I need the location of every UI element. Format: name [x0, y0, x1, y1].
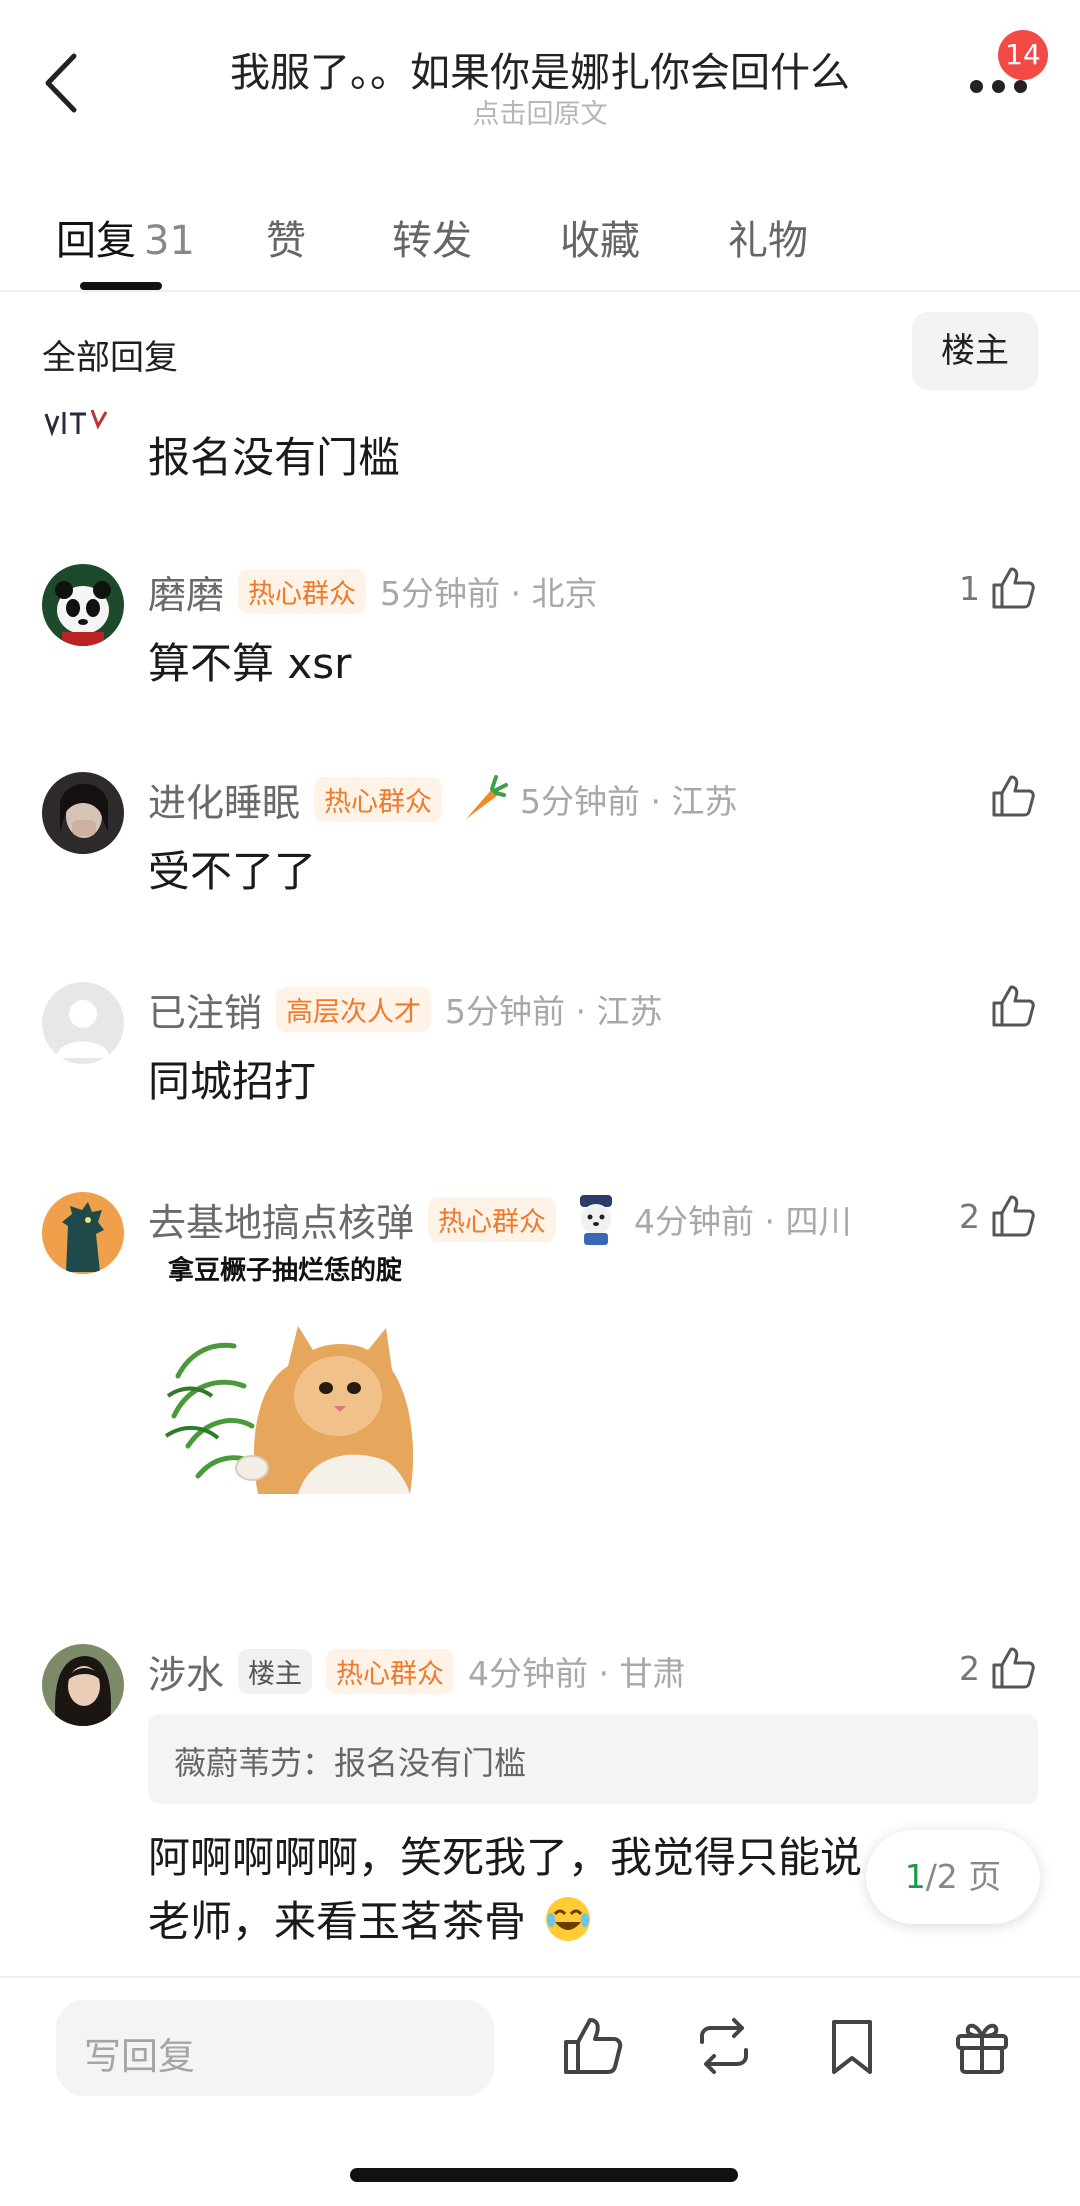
avatar[interactable] — [42, 402, 124, 438]
more-dot — [992, 80, 1005, 93]
reply-input[interactable]: 写回复 — [56, 2000, 494, 2096]
tab-favorites[interactable]: 收藏 — [560, 208, 640, 266]
page-indicator[interactable]: 1/2 页 — [866, 1830, 1040, 1924]
top-bar: 我服了。。如果你是娜扎你会回什么 点击回原文 14 — [0, 0, 1080, 160]
username[interactable]: 涉水 — [148, 1644, 224, 1699]
like-button[interactable]: 1 — [959, 558, 1036, 618]
all-replies-label[interactable]: 全部回复 — [42, 330, 178, 379]
timestamp-location: 4分钟前 · 四川 — [634, 1202, 852, 1241]
reply-placeholder: 写回复 — [84, 2035, 195, 2078]
total-pages: /2 页 — [925, 1857, 1002, 1896]
more-dot — [1014, 80, 1027, 93]
timestamp-location: 5分钟前 · 江苏 — [520, 782, 738, 821]
avatar[interactable] — [42, 1644, 124, 1726]
user-tag: 高层次人才 — [276, 986, 432, 1032]
laughing-tears-emoji-icon — [546, 1897, 591, 1941]
username[interactable]: 已注销 — [148, 982, 262, 1037]
like-button[interactable]: 2 — [959, 1638, 1036, 1698]
reply-count: 31 — [144, 218, 195, 264]
comment-text-line1: 阿啊啊啊啊，笑死我了，我觉得只能说 — [148, 1833, 863, 1882]
comment-text: 算不算 xsr — [148, 639, 352, 688]
police-dog-badge-icon — [580, 1195, 613, 1245]
current-page: 1 — [904, 1857, 926, 1896]
timestamp-location: 5分钟前 · 江苏 — [445, 992, 663, 1031]
tab-likes[interactable]: 赞 — [266, 208, 306, 266]
username[interactable]: 去基地搞点核弹 — [148, 1192, 414, 1247]
cat-meme-sticker[interactable]: 拿豆橛子抽烂恁的腚 — [148, 1246, 446, 1494]
like-button[interactable]: 2 — [959, 1186, 1036, 1246]
more-dots-icon — [970, 80, 983, 93]
like-count: 2 — [959, 1648, 980, 1688]
comment-item: 已注销 高层次人才 5分钟前 · 江苏 同城招打 — [0, 976, 1080, 1116]
comment-meta: 磨磨 热心群众 5分钟前 · 北京 — [148, 564, 598, 619]
tab-replies[interactable]: 回复 31 — [56, 208, 195, 266]
avatar[interactable] — [42, 772, 124, 854]
comment-text: 报名没有门槛 — [148, 433, 401, 482]
comment-meta: 进化睡眠 热心群众 5分钟前 · 江苏 — [148, 772, 738, 827]
user-tag: 热心群众 — [314, 776, 443, 822]
gift-icon[interactable] — [950, 2014, 1014, 2078]
comment-meta: 已注销 高层次人才 5分钟前 · 江苏 — [148, 982, 663, 1037]
tab-reposts[interactable]: 转发 — [392, 208, 472, 266]
like-post-icon[interactable] — [560, 2014, 624, 2078]
default-avatar-icon[interactable] — [42, 982, 124, 1064]
quoted-reply[interactable]: 薇蔚苇芀：报名没有门槛 — [148, 1714, 1038, 1804]
op-only-button[interactable]: 楼主 — [912, 312, 1038, 390]
post-title[interactable]: 我服了。。如果你是娜扎你会回什么 — [160, 40, 920, 98]
quoted-text: 薇蔚苇芀：报名没有门槛 — [174, 1744, 527, 1782]
filter-row: 全部回复 楼主 — [0, 312, 1080, 396]
comment-text-line2: 老师，来看玉茗茶骨 — [148, 1888, 593, 1949]
username[interactable]: 进化睡眠 — [148, 772, 300, 827]
like-count: 2 — [959, 1196, 980, 1236]
thumbs-up-icon — [992, 1647, 1035, 1689]
like-button[interactable] — [990, 976, 1036, 1036]
timestamp-location: 4分钟前 · 甘肃 — [468, 1654, 686, 1693]
comment-item: 磨磨 热心群众 5分钟前 · 北京 1 算不算 xsr — [0, 558, 1080, 698]
op-tag: 楼主 — [238, 1648, 313, 1694]
view-original-link[interactable]: 点击回原文 — [160, 92, 920, 131]
notification-badge: 14 — [998, 30, 1048, 80]
comment-item: 去基地搞点核弹 热心群众 4分钟前 · 四川 2 拿豆橛子抽烂恁的腚 — [0, 1186, 1080, 1566]
username[interactable]: 磨磨 — [148, 564, 224, 619]
thumbs-up-icon — [992, 567, 1035, 609]
comment-text: 老师，来看玉茗茶骨 — [148, 1897, 527, 1946]
sticker-caption: 拿豆橛子抽烂恁的腚 — [168, 1256, 403, 1286]
avatar[interactable] — [42, 564, 124, 646]
like-button[interactable] — [990, 766, 1036, 826]
comment-text: 同城招打 — [148, 1057, 317, 1106]
user-tag: 热心群众 — [326, 1648, 455, 1694]
timestamp-location: 5分钟前 · 北京 — [380, 574, 598, 613]
carrot-badge-icon — [466, 775, 509, 819]
tab-bar: 回复 31 赞 转发 收藏 礼物 — [0, 190, 1080, 292]
home-indicator[interactable] — [350, 2168, 738, 2182]
comment-item: 进化睡眠 热心群众 5分钟前 · 江苏 受不了了 — [0, 766, 1080, 906]
active-tab-indicator — [80, 282, 162, 290]
tab-label: 回复 — [56, 218, 136, 264]
like-count: 1 — [959, 568, 980, 608]
user-tag: 热心群众 — [428, 1196, 557, 1242]
tab-gifts[interactable]: 礼物 — [728, 208, 808, 266]
comment-meta: 去基地搞点核弹 热心群众 4分钟前 · 四川 — [148, 1192, 852, 1247]
thumbs-up-icon — [992, 1195, 1035, 1237]
avatar[interactable] — [42, 1192, 124, 1274]
thumbs-up-icon — [992, 775, 1035, 817]
thumbs-up-icon — [992, 985, 1035, 1027]
comment-meta: 涉水 楼主 热心群众 4分钟前 · 甘肃 — [148, 1644, 686, 1699]
repost-icon[interactable] — [692, 2014, 756, 2078]
user-tag: 热心群众 — [238, 568, 367, 614]
back-arrow-icon[interactable] — [36, 48, 96, 118]
comment-text: 受不了了 — [148, 847, 317, 896]
bookmark-icon[interactable] — [820, 2014, 884, 2078]
